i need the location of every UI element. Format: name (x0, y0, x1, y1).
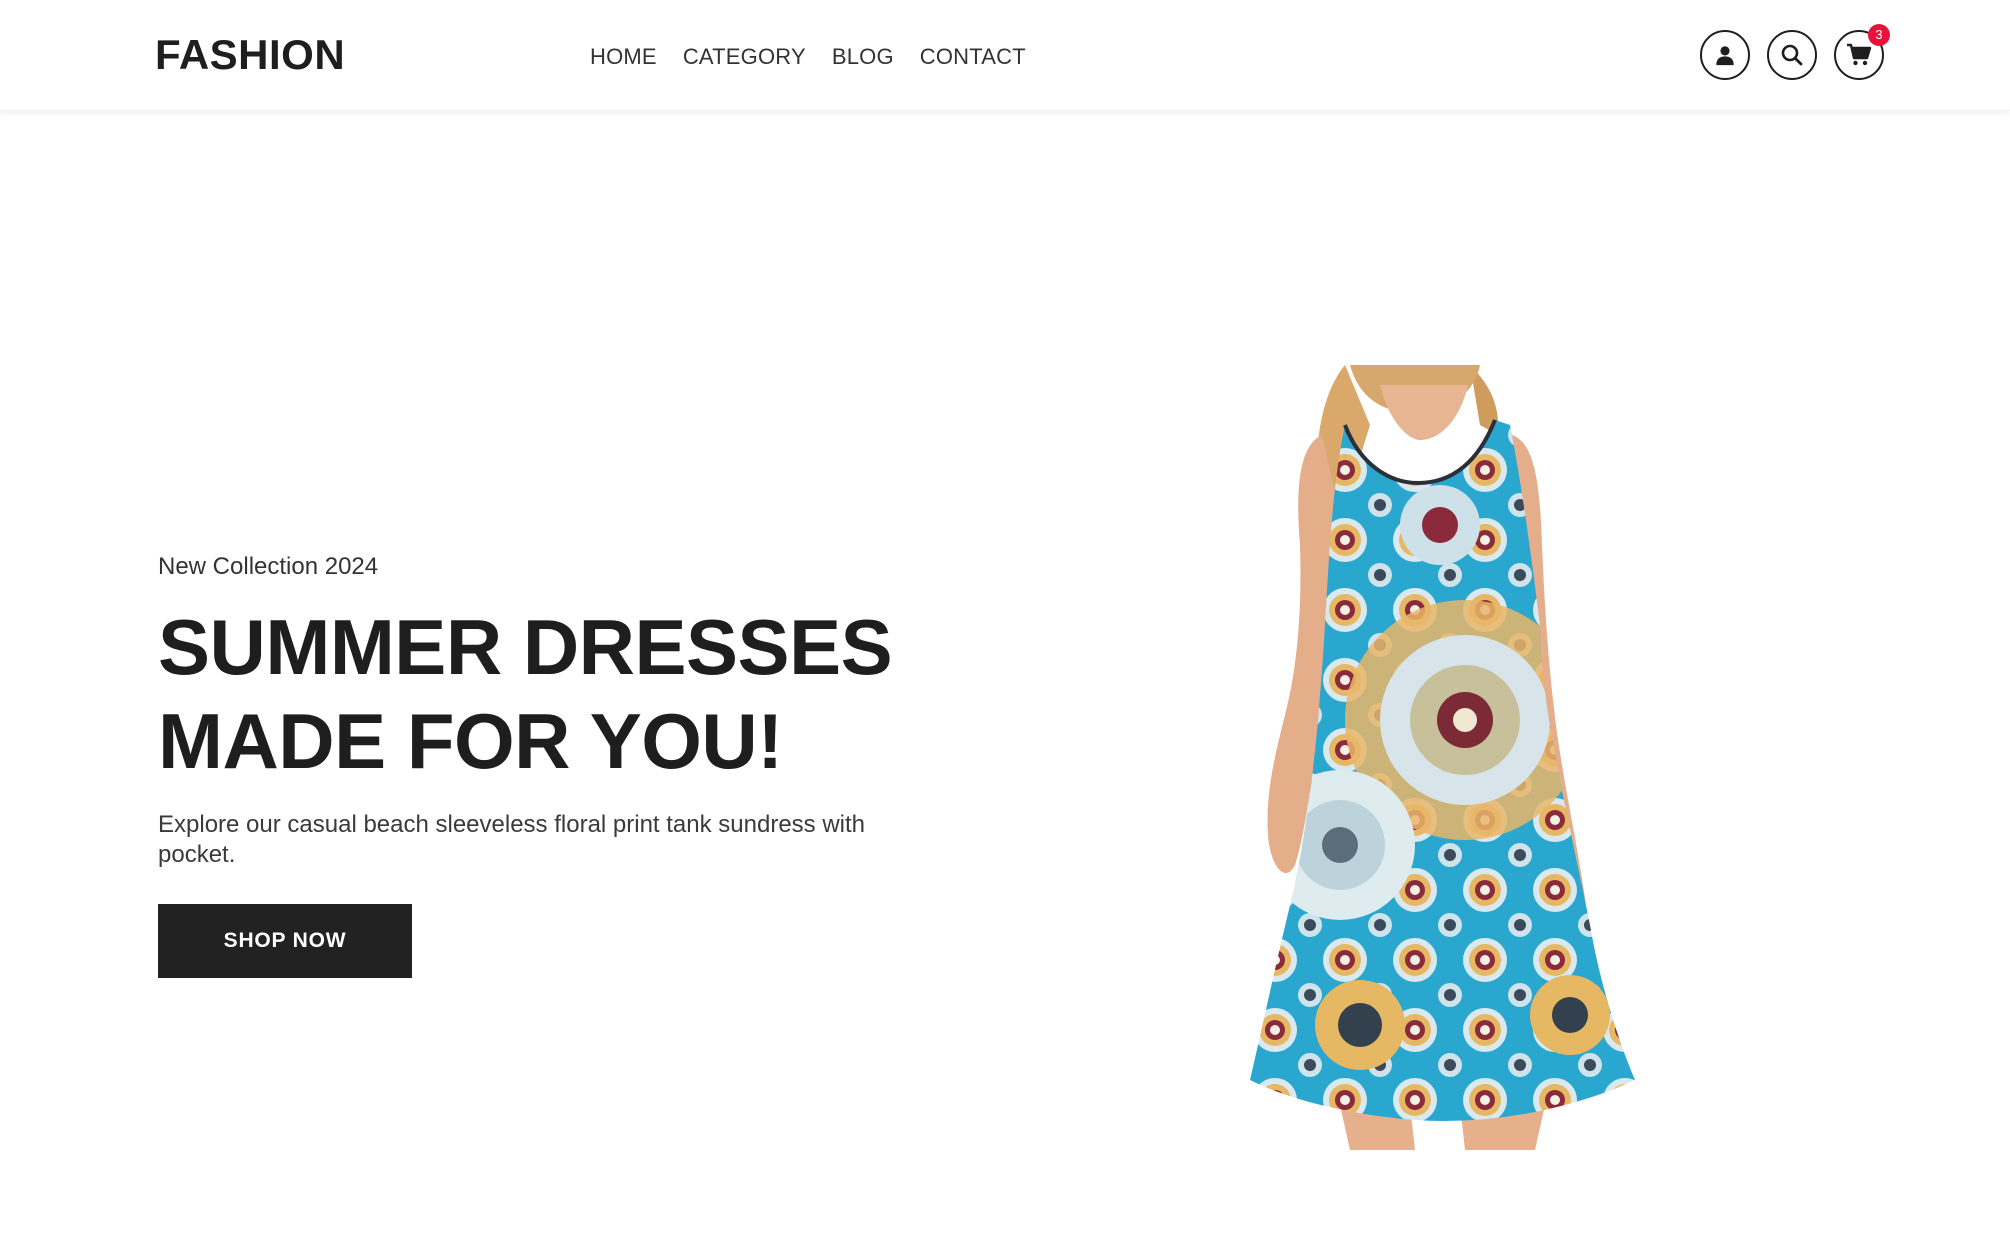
shop-now-button[interactable]: SHOP NOW (158, 904, 412, 978)
header-icons: 3 (1700, 24, 1890, 80)
nav-contact[interactable]: CONTACT (920, 40, 1026, 74)
user-icon (1716, 46, 1734, 66)
nav-home[interactable]: HOME (590, 40, 657, 74)
cart-button[interactable]: 3 (1834, 24, 1890, 80)
nav-category[interactable]: CATEGORY (683, 40, 806, 74)
site-header: FASHION HOME CATEGORY BLOG CONTACT 3 (0, 0, 2010, 111)
main-nav: HOME CATEGORY BLOG CONTACT (590, 40, 1026, 74)
nav-blog[interactable]: BLOG (832, 40, 894, 74)
search-button[interactable] (1767, 30, 1817, 80)
hero-description: Explore our casual beach sleeveless flor… (158, 811, 866, 868)
search-icon (1781, 44, 1803, 66)
cart-count-badge: 3 (1868, 24, 1890, 46)
cart-icon (1847, 43, 1872, 66)
page: FASHION HOME CATEGORY BLOG CONTACT 3 New… (0, 0, 2010, 1254)
hero-eyebrow: New Collection 2024 (158, 553, 379, 580)
account-button[interactable] (1700, 30, 1750, 80)
hero-headline-line1: SUMMER DRESSES (158, 603, 893, 691)
hero-section: New Collection 2024 SUMMER DRESSES MADE … (158, 550, 958, 978)
hero-headline: SUMMER DRESSES MADE FOR YOU! (158, 600, 958, 788)
dress-model-image (1250, 365, 1635, 1150)
hero-headline-line2: MADE FOR YOU! (158, 697, 783, 785)
brand-logo[interactable]: FASHION (155, 30, 345, 80)
